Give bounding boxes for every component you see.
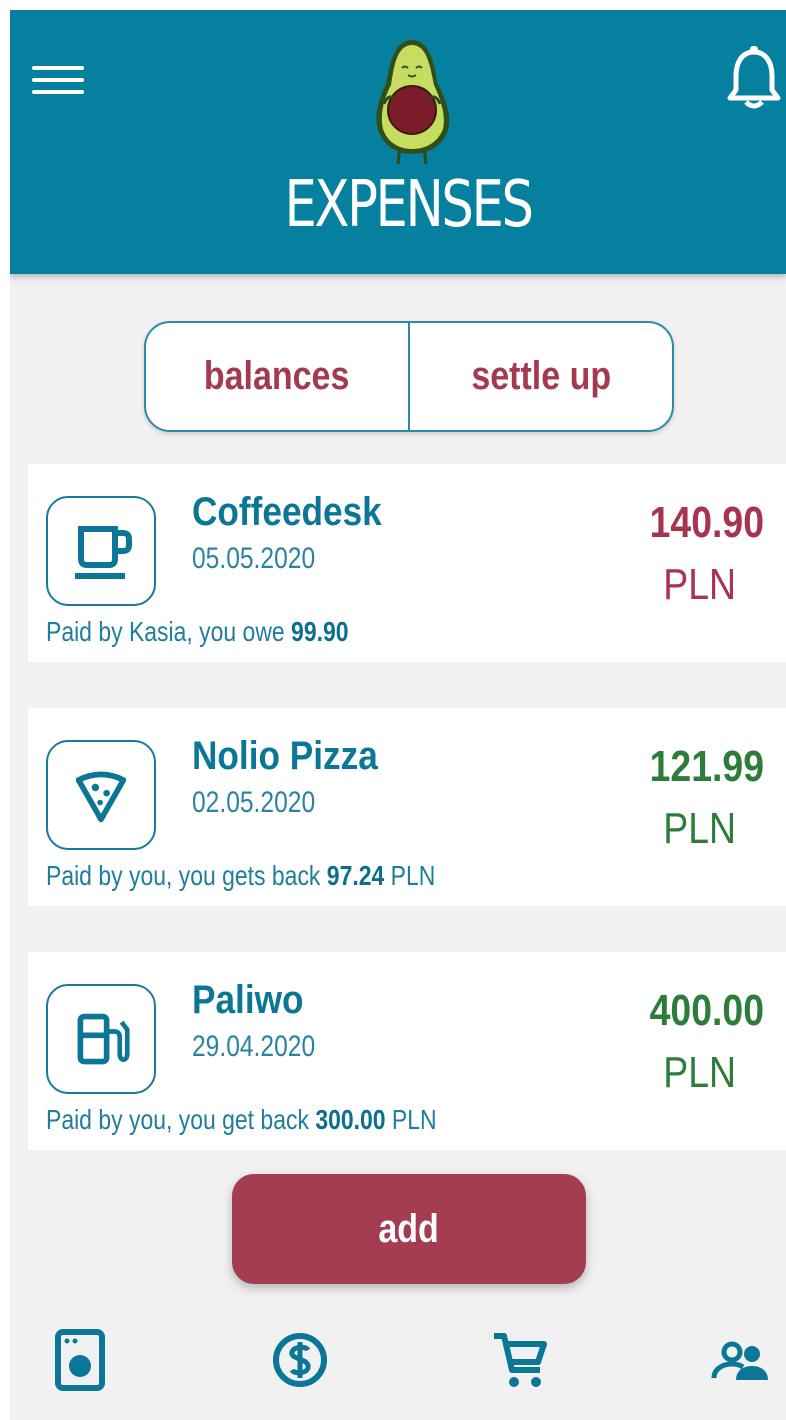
add-button-label: add [378,1206,440,1251]
settle-up-tab[interactable]: settle up [410,323,672,430]
expense-name: Paliwo [192,978,304,1022]
bell-icon[interactable] [726,44,782,110]
balances-tab-label: balances [204,354,350,398]
expense-note-suffix: PLN [384,860,436,891]
expense-date: 05.05.2020 [192,542,316,575]
pizza-slice-icon[interactable] [46,740,156,850]
page-title: EXPENSES [284,168,534,242]
settle-up-tab-label: settle up [471,354,611,398]
expense-note: Paid by you, you gets back 97.24 PLN [46,860,435,892]
fuel-pump-icon[interactable] [46,984,156,1094]
expense-currency: PLN [663,560,736,609]
shopping-cart-icon[interactable] [490,1328,550,1392]
expense-amount: 121.99 [649,742,764,791]
add-expense-button[interactable]: add [232,1174,586,1284]
expense-note-text: Paid by you, you get back [46,1104,316,1135]
balances-tab[interactable]: balances [146,323,408,430]
expense-date: 02.05.2020 [192,786,316,819]
expense-note-text: Paid by Kasia, you owe [46,616,292,647]
expense-note-suffix: PLN [385,1104,437,1135]
expense-currency: PLN [663,804,736,853]
washing-machine-icon[interactable] [50,1328,110,1392]
expense-amount: 400.00 [649,986,764,1035]
expense-name: Nolio Pizza [192,734,378,778]
expense-card[interactable]: Nolio Pizza 02.05.2020 121.99 PLN Paid b… [28,708,786,906]
expense-note-value: 99.90 [291,616,349,647]
people-icon[interactable] [710,1328,770,1392]
expense-currency: PLN [663,1048,736,1097]
expense-note-value: 97.24 [326,860,385,891]
dollar-coin-icon[interactable] [270,1328,330,1392]
app-header: EXPENSES [10,10,786,274]
expense-card[interactable]: Coffeedesk 05.05.2020 140.90 PLN Paid by… [28,464,786,662]
app-screen: EXPENSES balances settle up Coffeedesk 0… [10,10,786,1420]
segmented-control: balances settle up [144,321,674,432]
expense-amount: 140.90 [649,498,764,547]
expense-card[interactable]: Paliwo 29.04.2020 400.00 PLN Paid by you… [28,952,786,1150]
hamburger-menu-icon[interactable] [32,60,88,96]
expense-note-text: Paid by you, you gets back [46,860,327,891]
expense-date: 29.04.2020 [192,1030,316,1063]
coffee-cup-icon[interactable] [46,496,156,606]
expense-note-value: 300.00 [315,1104,386,1135]
expense-note: Paid by Kasia, you owe 99.90 [46,616,349,648]
expense-note: Paid by you, you get back 300.00 PLN [46,1104,437,1136]
avocado-mascot-logo [376,40,450,165]
expense-name: Coffeedesk [192,490,382,534]
